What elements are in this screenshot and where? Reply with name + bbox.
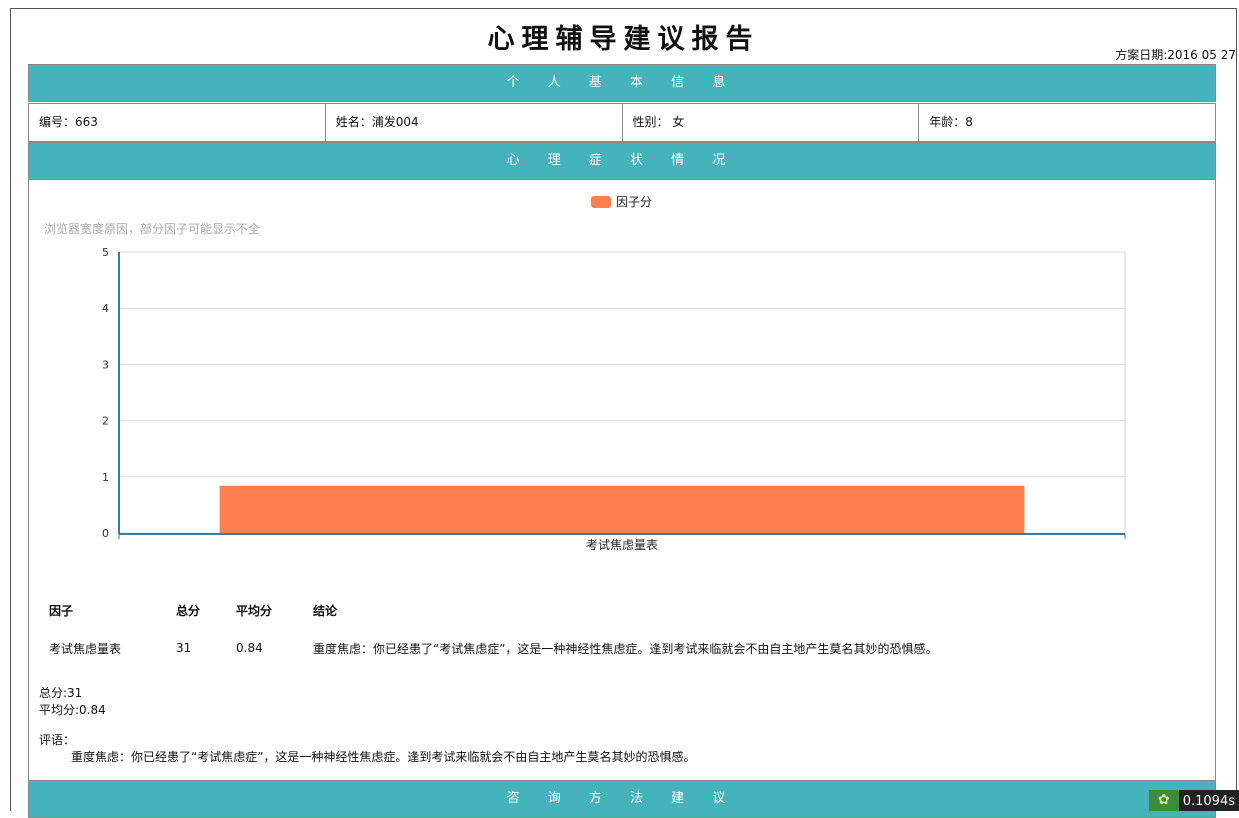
y-tick-label: 0	[102, 527, 109, 540]
x-tick-label: 考试焦虑量表	[586, 537, 658, 552]
render-timer: ✿ 0.1094s	[1149, 790, 1239, 811]
bar	[220, 486, 1025, 533]
factor-bar-chart: 0 1 2 3 4 5 考试焦虑量表	[29, 180, 1215, 580]
summary-total: 总分:31	[39, 685, 106, 702]
summary-average: 平均分:0.84	[39, 702, 106, 719]
col-average: 平均分	[226, 595, 303, 625]
chart-note: 浏览器宽度原因，部分因子可能显示不全	[44, 220, 260, 237]
cell-factor: 考试焦虑量表	[39, 625, 166, 671]
y-tick-label: 4	[102, 302, 109, 315]
info-name: 姓名：浦发004	[326, 104, 623, 141]
y-tick-label: 3	[102, 358, 109, 371]
col-total: 总分	[166, 595, 226, 625]
cell-total: 31	[166, 625, 226, 671]
info-id: 编号：663	[29, 104, 326, 141]
info-gender: 性别： 女	[623, 104, 920, 141]
legend-swatch	[591, 196, 611, 208]
comment-label: 评语：	[39, 732, 695, 749]
y-tick-label: 2	[102, 415, 109, 428]
y-tick-label: 1	[102, 471, 109, 484]
plan-date: 方案日期:2016 05 27	[1115, 46, 1236, 63]
comment-text: 重度焦虑：你已经患了“考试焦虑症”，这是一种神经性焦虑症。逢到考试来临就会不由自…	[39, 749, 695, 766]
score-summary: 总分:31 平均分:0.84	[39, 685, 106, 719]
y-tick-label: 5	[102, 246, 109, 259]
col-conclusion: 结论	[303, 595, 947, 625]
col-factor: 因子	[39, 595, 166, 625]
leaf-icon: ✿	[1149, 790, 1179, 811]
page-title: 心理辅导建议报告	[11, 17, 1236, 56]
info-age: 年龄：8	[919, 104, 1215, 141]
legend-label: 因子分	[616, 193, 652, 210]
basic-info-row: 编号：663 姓名：浦发004 性别： 女 年龄：8	[28, 103, 1216, 142]
section-header-advice: 咨 询 方 法 建 议	[28, 780, 1216, 818]
chart-legend[interactable]: 因子分	[591, 193, 652, 210]
comment-block: 评语： 重度焦虑：你已经患了“考试焦虑症”，这是一种神经性焦虑症。逢到考试来临就…	[39, 732, 695, 766]
cell-conclusion: 重度焦虑：你已经患了“考试焦虑症”，这是一种神经性焦虑症。逢到考试来临就会不由自…	[303, 625, 947, 671]
table-row: 考试焦虑量表 31 0.84 重度焦虑：你已经患了“考试焦虑症”，这是一种神经性…	[39, 625, 947, 671]
section-header-basic-info: 个 人 基 本 信 息	[28, 64, 1216, 102]
factor-table: 因子 总分 平均分 结论 考试焦虑量表 31 0.84 重度焦虑：你已经患了“考…	[39, 595, 947, 671]
table-header-row: 因子 总分 平均分 结论	[39, 595, 947, 625]
cell-average: 0.84	[226, 625, 303, 671]
report-page: 心理辅导建议报告 方案日期:2016 05 27 个 人 基 本 信 息 编号：…	[10, 8, 1237, 811]
timer-value: 0.1094s	[1179, 790, 1239, 811]
symptom-chart-panel: 0 1 2 3 4 5 考试焦虑量表 因子分 浏览器宽度原因，部分因子可能显示不全 因子 总…	[28, 180, 1216, 780]
section-header-symptoms: 心 理 症 状 情 况	[28, 142, 1216, 180]
